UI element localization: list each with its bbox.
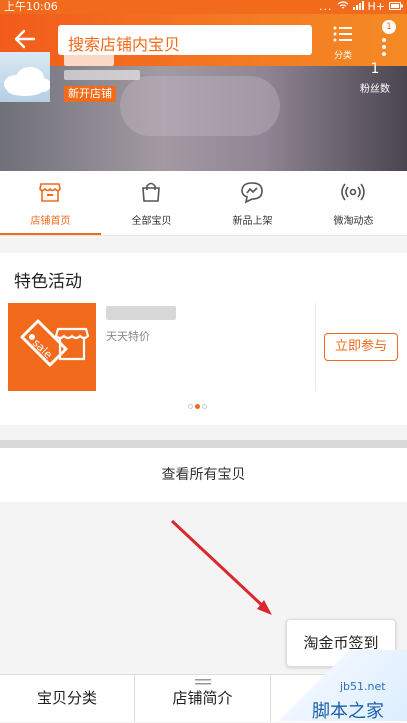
bottom-item-shop-intro[interactable]: 店铺简介: [135, 675, 270, 722]
annotation-arrow: [170, 519, 272, 615]
bottom-item-categories[interactable]: 宝贝分类: [0, 675, 134, 722]
watermark-url: jb51.net: [340, 680, 386, 693]
watermark-name: 脚本之家: [312, 701, 384, 722]
